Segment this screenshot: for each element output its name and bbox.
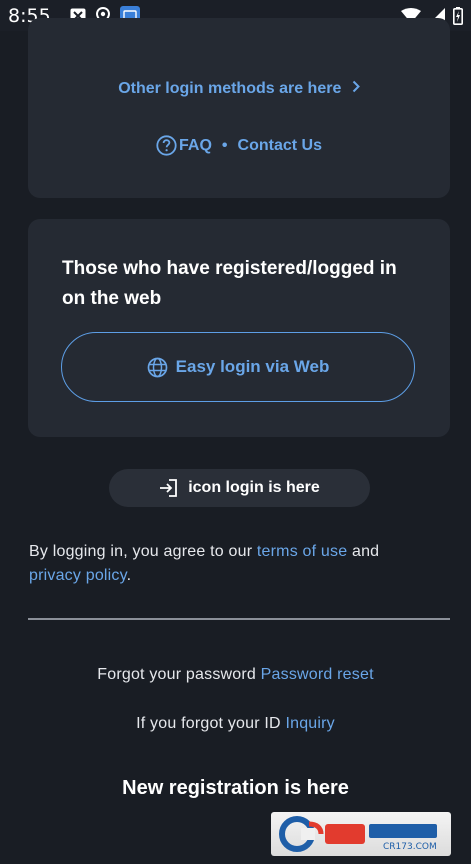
terms-notice: By logging in, you agree to our terms of… xyxy=(29,540,439,588)
icon-login-label: icon login is here xyxy=(188,479,320,496)
forgot-id-text: If you forgot your ID xyxy=(136,715,286,732)
new-registration-link[interactable]: New registration is here xyxy=(0,777,471,800)
terms-suffix: . xyxy=(126,567,132,584)
login-arrow-icon xyxy=(159,479,178,497)
chevron-right-icon xyxy=(352,80,360,98)
login-options-card: Other login methods are here FAQ • Conta… xyxy=(28,18,450,198)
other-login-methods-label: Other login methods are here xyxy=(118,80,342,98)
password-reset-link[interactable]: Password reset xyxy=(261,666,374,683)
terms-prefix: By logging in, you agree to our xyxy=(29,543,257,560)
faq-label: FAQ xyxy=(179,136,212,154)
easy-login-web-label: Easy login via Web xyxy=(175,357,330,376)
faq-link[interactable]: FAQ xyxy=(156,135,212,156)
forgot-password-row: Forgot your password Password reset xyxy=(0,666,471,684)
web-login-card: Those who have registered/logged in on t… xyxy=(28,219,450,437)
privacy-policy-link[interactable]: privacy policy xyxy=(29,567,127,584)
inquiry-link[interactable]: Inquiry xyxy=(285,715,334,732)
watermark-text: CR173.COM xyxy=(383,842,437,852)
other-login-methods-link[interactable]: Other login methods are here xyxy=(28,80,450,98)
terms-of-use-link[interactable]: terms of use xyxy=(257,543,347,560)
globe-icon xyxy=(147,357,168,378)
forgot-password-text: Forgot your password xyxy=(97,666,261,683)
question-circle-icon xyxy=(156,135,177,156)
forgot-id-row: If you forgot your ID Inquiry xyxy=(0,715,471,733)
link-separator: • xyxy=(221,136,228,154)
battery-icon xyxy=(453,6,463,25)
help-links: FAQ • Contact Us xyxy=(28,135,450,156)
terms-middle: and xyxy=(347,543,380,560)
contact-us-link[interactable]: Contact Us xyxy=(238,137,322,155)
icon-login-button[interactable]: icon login is here xyxy=(109,469,370,507)
watermark-logo: CR173.COM xyxy=(271,812,451,856)
web-login-heading: Those who have registered/logged in on t… xyxy=(62,258,397,309)
watermark-graphic: CR173.COM xyxy=(279,816,437,852)
section-divider xyxy=(28,618,450,620)
easy-login-web-button[interactable]: Easy login via Web xyxy=(61,332,415,402)
